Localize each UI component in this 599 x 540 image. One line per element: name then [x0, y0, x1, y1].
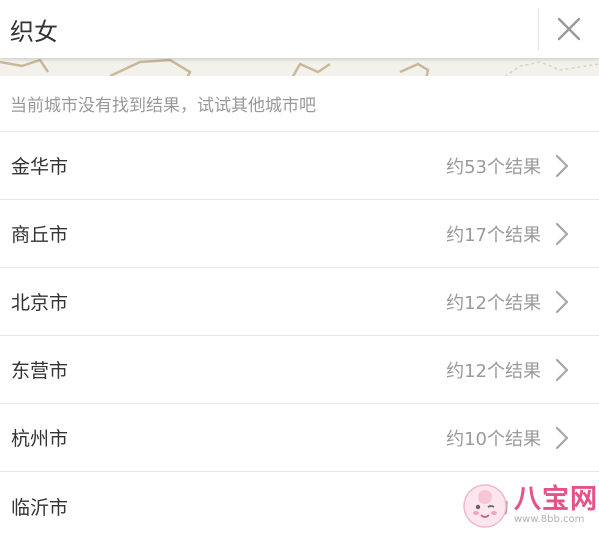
city-name: 东营市 [11, 360, 69, 382]
city-name: 杭州市 [11, 428, 69, 450]
result-count: 约53个结果 [446, 156, 541, 178]
chevron-right-icon [555, 426, 585, 450]
city-name: 北京市 [11, 292, 69, 314]
chevron-right-icon [555, 154, 585, 178]
city-result-row[interactable]: 商丘市 约17个结果 [0, 200, 599, 268]
city-result-row[interactable]: 杭州市 约10个结果 [0, 404, 599, 472]
chevron-right-icon [555, 290, 585, 314]
city-name: 临沂市 [11, 496, 69, 519]
result-count: 约17个结果 [446, 224, 541, 246]
city-result-row[interactable]: 北京市 约12个结果 [0, 268, 599, 336]
search-input[interactable] [0, 0, 538, 58]
city-result-row[interactable]: 东营市 约12个结果 [0, 336, 599, 404]
result-count: 约12个结果 [446, 360, 541, 382]
search-bar [0, 0, 599, 58]
close-button[interactable] [539, 0, 599, 58]
chevron-right-icon [555, 358, 585, 382]
city-result-row[interactable]: 临沂市 约 [0, 472, 599, 540]
city-name: 商丘市 [11, 224, 69, 246]
city-result-list: 金华市 约53个结果 商丘市 约17个结果 北京市 约12个结果 东营市 约12… [0, 132, 599, 540]
result-count: 约10个结果 [446, 428, 541, 450]
result-count: 约 [491, 497, 509, 518]
no-result-notice: 当前城市没有找到结果，试试其他城市吧 [0, 76, 599, 132]
close-icon [557, 17, 581, 41]
chevron-right-icon [555, 222, 585, 246]
city-result-row[interactable]: 金华市 约53个结果 [0, 132, 599, 200]
result-count: 约12个结果 [446, 292, 541, 314]
city-name: 金华市 [11, 156, 69, 178]
